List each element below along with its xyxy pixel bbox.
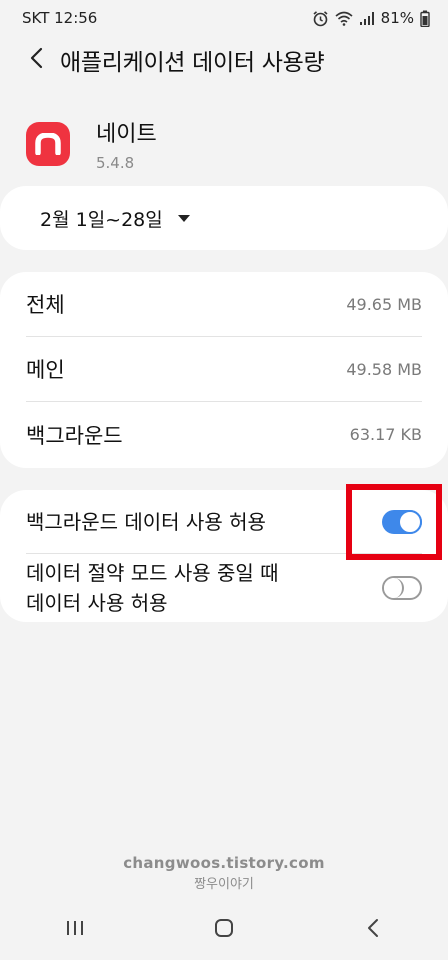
app-logo-icon <box>26 122 70 166</box>
toggle-label-line: 데이터 절약 모드 사용 중일 때 <box>26 561 279 585</box>
usage-value: 63.17 KB <box>349 425 422 444</box>
toggle-label: 백그라운드 데이터 사용 허용 <box>26 509 266 534</box>
app-info: 네이트 5.4.8 <box>26 114 157 174</box>
alarm-icon <box>312 10 329 27</box>
watermark-url: changwoos.tistory.com <box>123 854 325 872</box>
app-texts: 네이트 5.4.8 <box>96 116 157 172</box>
data-saver-toggle-row[interactable]: 데이터 절약 모드 사용 중일 때 데이터 사용 허용 <box>26 554 422 622</box>
app-version: 5.4.8 <box>96 154 135 172</box>
toggle-label: 데이터 절약 모드 사용 중일 때 데이터 사용 허용 <box>26 558 279 618</box>
usage-label: 메인 <box>26 358 65 382</box>
watermark-author: 짱우이야기 <box>194 877 254 892</box>
battery-percent: 81% <box>380 9 414 27</box>
toggle-label-line: 데이터 사용 허용 <box>26 591 168 615</box>
data-saver-switch[interactable] <box>382 576 422 600</box>
home-icon <box>214 918 234 942</box>
usage-value: 49.65 MB <box>346 294 422 314</box>
usage-label: 전체 <box>26 293 65 317</box>
app-name: 네이트 <box>96 122 157 147</box>
signal-icon <box>359 11 375 26</box>
home-button[interactable] <box>194 900 254 960</box>
status-bar: SKT 12:56 81% <box>0 0 448 36</box>
date-range-selector[interactable]: 2월 1일~28일 <box>0 186 448 250</box>
app-bar: 애플리케이션 데이터 사용량 <box>0 36 448 84</box>
chevron-left-icon <box>29 47 43 73</box>
back-button[interactable] <box>12 36 60 84</box>
switch-knob <box>384 578 404 598</box>
usage-card: 전체 49.65 MB 메인 49.58 MB 백그라운드 63.17 KB <box>0 272 448 468</box>
usage-row-foreground: 메인 49.58 MB <box>26 337 422 402</box>
battery-icon <box>420 10 430 27</box>
status-icons: 81% <box>312 9 430 27</box>
nav-bar <box>0 900 448 960</box>
usage-row-total: 전체 49.65 MB <box>26 272 422 337</box>
highlight-box <box>346 484 442 560</box>
back-nav-button[interactable] <box>343 900 403 960</box>
recent-apps-icon <box>65 919 85 941</box>
date-range-label: 2월 1일~28일 <box>40 208 163 231</box>
carrier-time: SKT 12:56 <box>22 9 98 27</box>
watermark: changwoos.tistory.com 짱우이야기 <box>0 854 448 892</box>
usage-label: 백그라운드 <box>26 423 123 448</box>
usage-value: 49.58 MB <box>346 359 422 379</box>
recent-apps-button[interactable] <box>45 900 105 960</box>
usage-row-background: 백그라운드 63.17 KB <box>26 402 422 467</box>
back-nav-icon <box>367 918 379 942</box>
page-title: 애플리케이션 데이터 사용량 <box>60 50 325 76</box>
wifi-icon <box>335 11 353 26</box>
dropdown-caret-icon <box>177 214 191 223</box>
